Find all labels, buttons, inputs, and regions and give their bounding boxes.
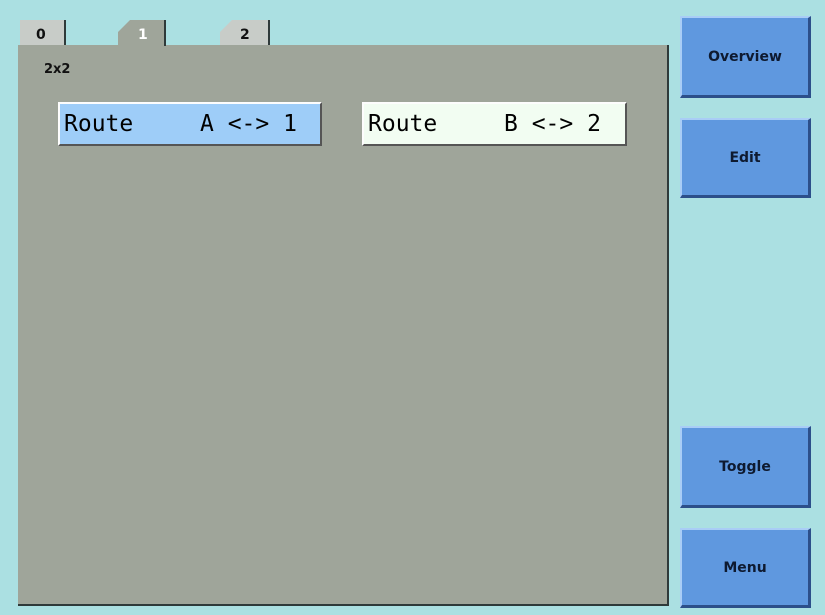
tab-0[interactable]: 0 — [20, 20, 66, 46]
route-b-button[interactable]: Route B <-> 2 — [362, 102, 627, 146]
route-b-value: B <-> 2 — [504, 111, 601, 137]
tab-1-label: 1 — [138, 27, 148, 43]
menu-button[interactable]: Menu — [680, 528, 811, 608]
tab-2[interactable]: 2 — [220, 20, 270, 46]
panel-title: 2x2 — [44, 62, 71, 77]
overview-button[interactable]: Overview — [680, 16, 811, 98]
toggle-label: Toggle — [719, 458, 771, 475]
edit-button[interactable]: Edit — [680, 118, 811, 198]
overview-label: Overview — [708, 48, 782, 65]
route-b-label: Route — [368, 111, 438, 137]
route-a-value: A <-> 1 — [200, 111, 297, 137]
route-a-label: Route — [64, 111, 134, 137]
tab-2-label: 2 — [240, 27, 250, 43]
tab-1[interactable]: 1 — [118, 20, 166, 46]
toggle-button[interactable]: Toggle — [680, 426, 811, 508]
edit-label: Edit — [729, 149, 761, 166]
tab-0-label: 0 — [36, 27, 46, 43]
route-a-button[interactable]: Route A <-> 1 — [58, 102, 322, 146]
menu-label: Menu — [723, 559, 767, 576]
